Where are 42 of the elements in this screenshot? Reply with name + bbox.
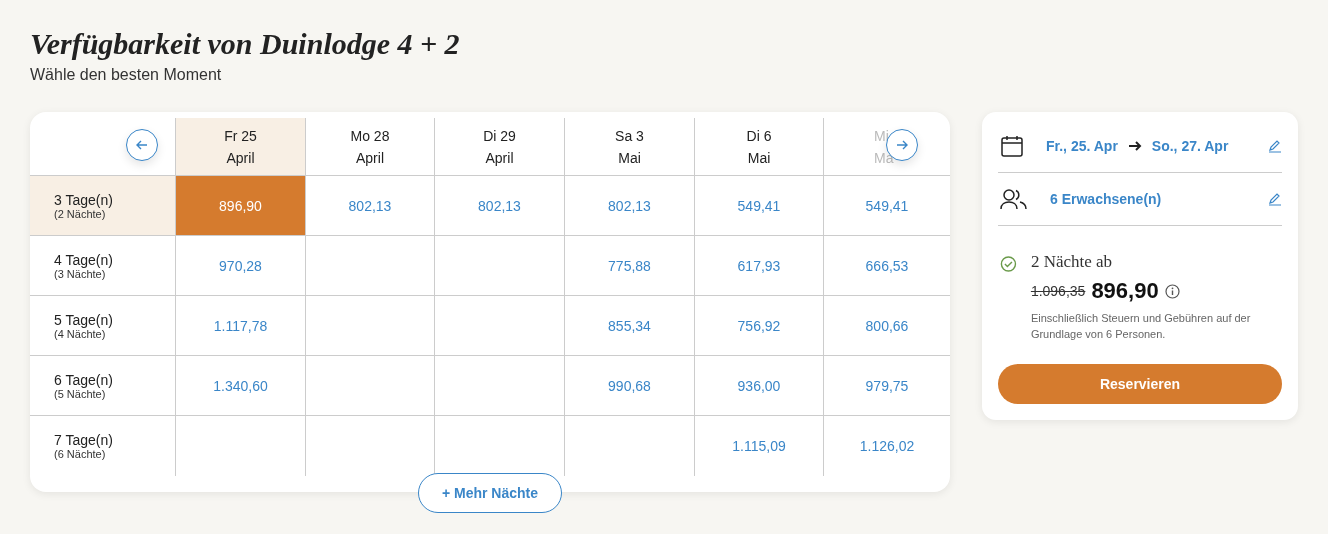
price: 896,90 [1091, 278, 1159, 304]
info-icon[interactable] [1164, 283, 1180, 299]
edit-icon[interactable] [1268, 139, 1282, 153]
price-cell[interactable]: 756,92 [694, 296, 823, 356]
date-header[interactable]: Fr 25 April [175, 118, 305, 176]
stay-length-label: 3 Tage(n) (2 Nächte) [30, 176, 175, 236]
previous-button[interactable] [126, 129, 158, 161]
price-cell[interactable]: 1.117,78 [175, 296, 305, 356]
right-arrow-icon [895, 138, 909, 152]
left-arrow-icon [135, 138, 149, 152]
price-cell[interactable]: 800,66 [823, 296, 950, 356]
price-cell[interactable]: 549,41 [823, 176, 950, 236]
calendar-icon [1000, 134, 1024, 158]
price-cell[interactable]: 802,13 [564, 176, 694, 236]
price-cell[interactable]: 617,93 [694, 236, 823, 296]
nights-label: 2 Nächte ab [1030, 252, 1114, 272]
old-price: 1.096,35 [1030, 283, 1086, 299]
price-cell[interactable]: 936,00 [694, 356, 823, 416]
price-cell[interactable]: 1.126,02 [823, 416, 950, 476]
price-cell[interactable]: 896,90 [175, 176, 305, 236]
price-cell[interactable]: 802,13 [434, 176, 564, 236]
price-cell[interactable]: 1.340,60 [175, 356, 305, 416]
stay-length-label: 7 Tage(n) (6 Nächte) [53, 431, 114, 462]
price-cell[interactable]: 979,75 [823, 356, 950, 416]
price-cell[interactable]: 775,88 [564, 236, 694, 296]
price-cell[interactable]: 855,34 [564, 296, 694, 356]
arrival-date[interactable]: Fr., 25. Apr [1046, 138, 1118, 154]
price-cell[interactable]: 549,41 [694, 176, 823, 236]
reserve-button[interactable]: Reservieren [998, 364, 1282, 404]
price-note: Einschließlich Steuern und Gebühren auf der Grundlage von 6 Personen. [1030, 311, 1252, 342]
price-cell[interactable]: 802,13 [305, 176, 434, 236]
price-cell[interactable]: 990,68 [564, 356, 694, 416]
departure-date[interactable]: So., 27. Apr [1151, 138, 1229, 154]
page-subtitle: Wähle den besten Moment [30, 66, 223, 84]
page-title: Verfügbarkeit von Duinlodge 4 + 2 [30, 26, 461, 62]
more-nights-button[interactable]: + Mehr Nächte [418, 473, 562, 513]
price-cell[interactable]: 666,53 [823, 236, 950, 296]
price-cell[interactable]: 970,28 [175, 236, 305, 296]
right-arrow-icon [1127, 140, 1142, 152]
people-icon [1000, 188, 1028, 210]
edit-icon[interactable] [1268, 192, 1282, 206]
guests-value[interactable]: 6 Erwachsene(n) [1050, 191, 1162, 207]
